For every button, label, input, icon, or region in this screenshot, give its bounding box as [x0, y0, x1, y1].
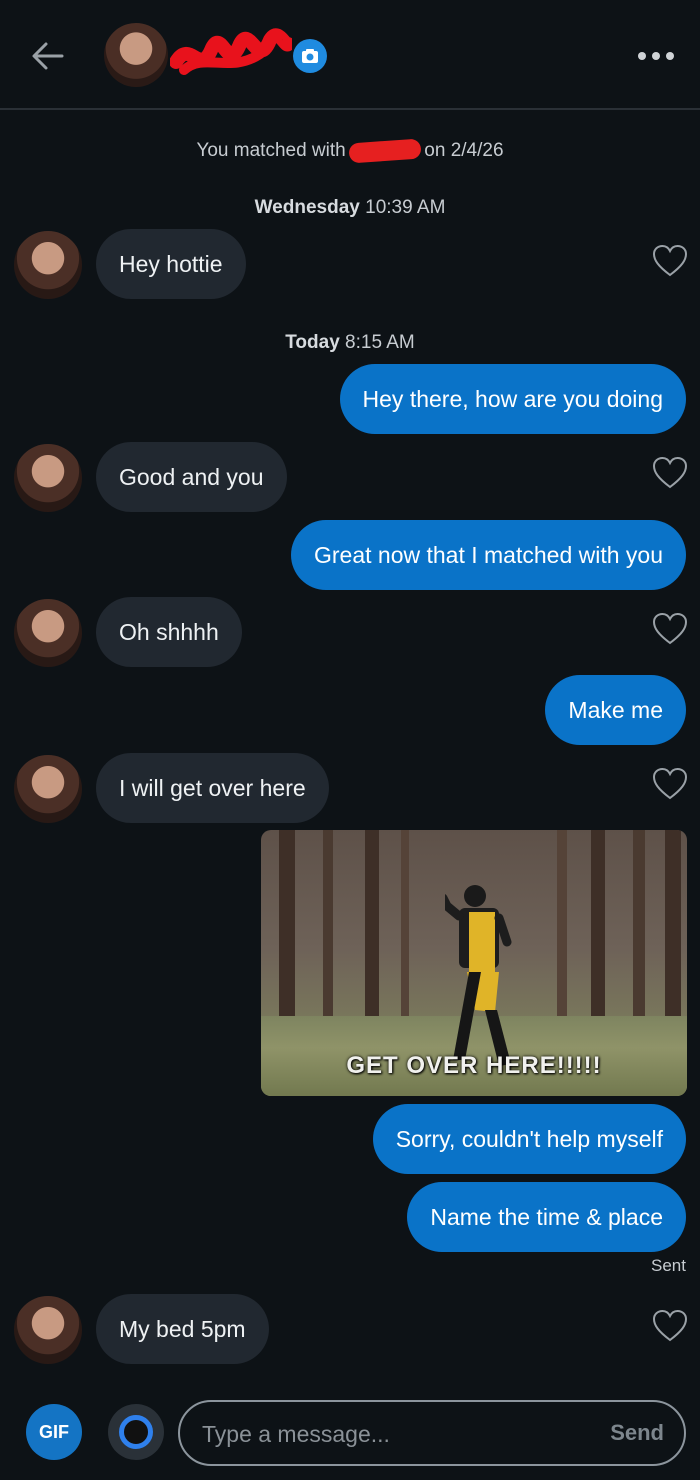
- sender-avatar[interactable]: [14, 1296, 82, 1364]
- gif-tree: [633, 830, 645, 1026]
- gif-tree: [591, 830, 605, 1026]
- camera-button[interactable]: [293, 39, 327, 73]
- sticker-button[interactable]: [108, 1404, 164, 1460]
- redacted-name-inline: [348, 138, 422, 164]
- incoming-message[interactable]: Hey hottie: [96, 229, 246, 299]
- match-notice-suffix: on 2/4/26: [424, 140, 504, 161]
- ring-icon: [119, 1415, 153, 1449]
- gif-tree: [279, 830, 295, 1026]
- more-horizontal-icon-dot: [652, 52, 660, 60]
- chat-header: [0, 0, 700, 110]
- sender-avatar[interactable]: [14, 755, 82, 823]
- delivery-status: Sent: [651, 1256, 686, 1275]
- more-horizontal-icon: [638, 52, 646, 60]
- more-horizontal-icon-dot: [666, 52, 674, 60]
- send-button[interactable]: Send: [610, 1402, 664, 1464]
- timestamp: Wednesday 10:39 AM: [0, 197, 700, 219]
- gif-fighter: [445, 885, 512, 1066]
- sender-avatar[interactable]: [14, 231, 82, 299]
- gif-tree: [365, 830, 379, 1026]
- heart-icon[interactable]: [652, 767, 688, 801]
- outgoing-message[interactable]: Great now that I matched with you: [290, 520, 686, 590]
- incoming-message[interactable]: Good and you: [96, 442, 287, 512]
- gif-caption: GET OVER HERE!!!!!: [346, 1052, 602, 1079]
- heart-icon[interactable]: [652, 244, 688, 278]
- message-composer: Send: [178, 1400, 686, 1466]
- timestamp-time: 10:39 AM: [365, 197, 446, 218]
- heart-icon[interactable]: [652, 612, 688, 646]
- timestamp: Today 8:15 AM: [0, 332, 700, 354]
- gif-tree: [401, 830, 409, 1026]
- outgoing-message[interactable]: Name the time & place: [407, 1182, 686, 1252]
- arrow-left-icon: [32, 42, 64, 70]
- gif-tree: [557, 830, 567, 1026]
- timestamp-day: Wednesday: [254, 197, 360, 218]
- gif-tree: [323, 830, 333, 1026]
- gif-message[interactable]: GET OVER HERE!!!!!: [261, 830, 687, 1096]
- back-button[interactable]: [28, 38, 68, 74]
- gif-tree: [665, 830, 681, 1026]
- gif-button[interactable]: GIF: [26, 1404, 82, 1460]
- sender-avatar[interactable]: [14, 444, 82, 512]
- camera-icon: [302, 49, 318, 63]
- heart-icon[interactable]: [652, 1309, 688, 1343]
- incoming-message[interactable]: Oh shhhh: [96, 597, 242, 667]
- incoming-message[interactable]: I will get over here: [96, 753, 329, 823]
- outgoing-message[interactable]: Make me: [545, 675, 686, 745]
- incoming-message[interactable]: My bed 5pm: [96, 1294, 269, 1364]
- redacted-name: [170, 28, 292, 75]
- message-input[interactable]: [200, 1402, 584, 1466]
- match-avatar[interactable]: [104, 23, 168, 87]
- outgoing-message[interactable]: Hey there, how are you doing: [339, 364, 686, 434]
- match-notice-prefix: You matched with: [196, 140, 346, 161]
- sender-avatar[interactable]: [14, 599, 82, 667]
- timestamp-time: 8:15 AM: [345, 332, 415, 353]
- match-notice: You matched with on 2/4/26: [0, 138, 700, 164]
- outgoing-message[interactable]: Sorry, couldn't help myself: [372, 1104, 686, 1174]
- heart-icon[interactable]: [652, 456, 688, 490]
- more-options-button[interactable]: [632, 44, 680, 68]
- timestamp-day: Today: [285, 332, 340, 353]
